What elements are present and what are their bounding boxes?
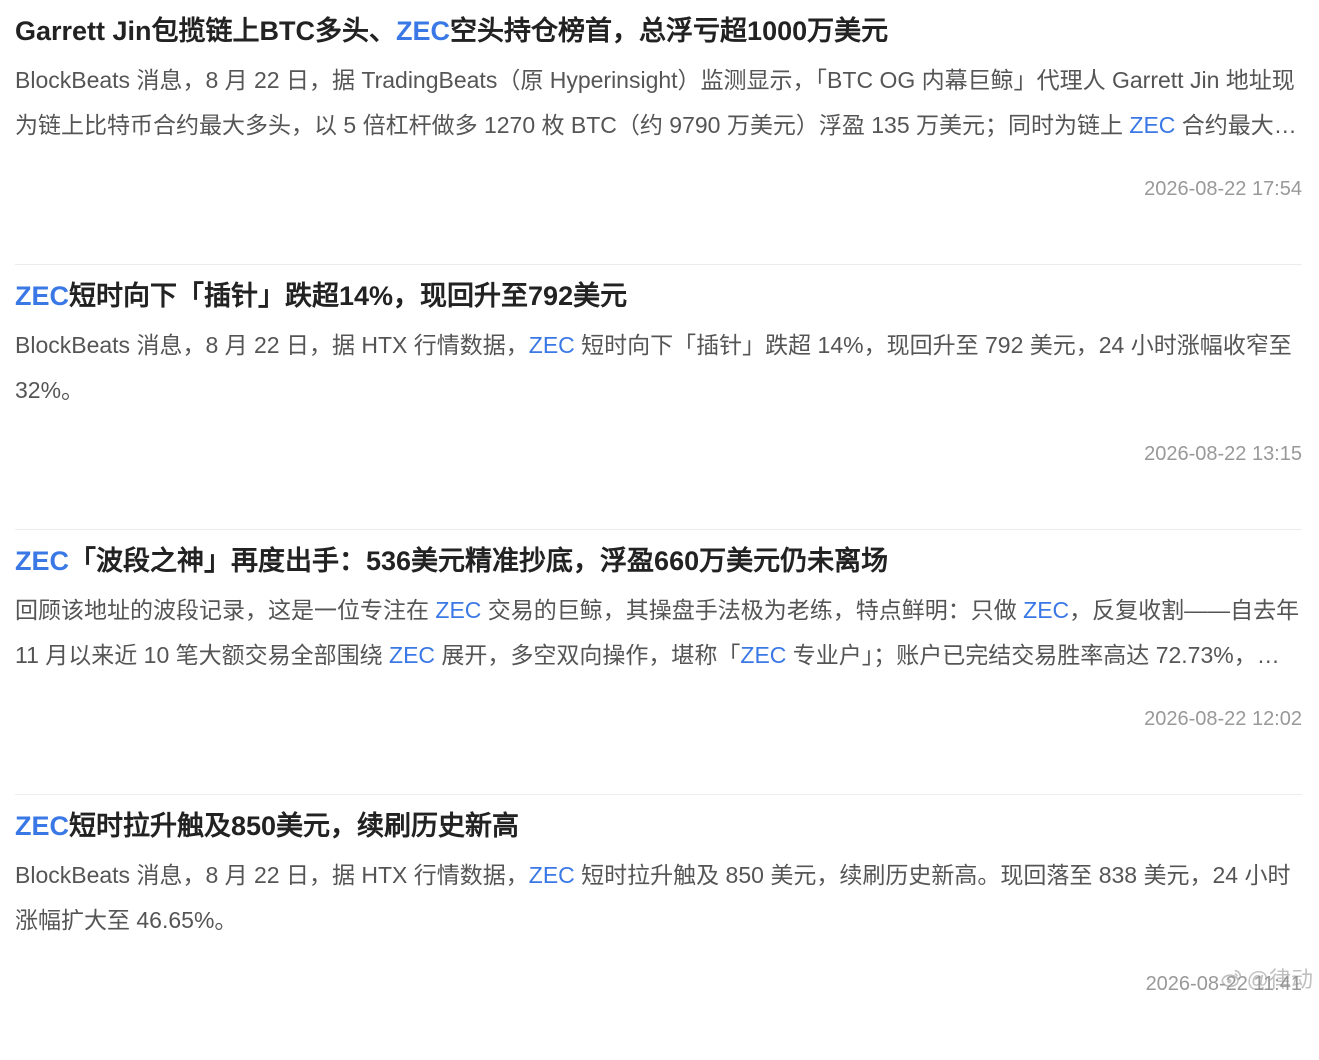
highlight-keyword: ZEC	[396, 16, 451, 46]
text-segment: 「波段之神」再度出手：536美元精准抄底，浮盈660万美元仍未离场	[69, 546, 889, 576]
text-segment: 短时向下「插针」跌超14%，现回升至792美元	[69, 281, 628, 311]
news-article[interactable]: ZEC短时向下「插针」跌超14%，现回升至792美元 BlockBeats 消息…	[15, 265, 1302, 530]
article-timestamp: 2026-08-22 12:02	[1144, 708, 1302, 730]
news-article[interactable]: ZEC「波段之神」再度出手：536美元精准抄底，浮盈660万美元仍未离场 回顾该…	[15, 530, 1302, 795]
article-summary: 回顾该地址的波段记录，这是一位专注在 ZEC 交易的巨鲸，其操盘手法极为老练，特…	[15, 588, 1302, 678]
highlight-keyword: ZEC	[740, 642, 787, 668]
highlight-keyword: ZEC	[1023, 597, 1070, 623]
text-segment: 短时拉升触及850美元，续刷历史新高	[69, 811, 520, 841]
watermark: @律动	[1221, 963, 1313, 993]
article-title[interactable]: ZEC短时向下「插针」跌超14%，现回升至792美元	[15, 277, 627, 315]
text-segment: Garrett Jin包揽链上BTC多头、	[15, 16, 397, 46]
text-segment: BlockBeats 消息，8 月 22 日，据 TradingBeats（原 …	[15, 67, 1295, 138]
text-segment: 回顾该地址的波段记录，这是一位专注在	[15, 597, 436, 623]
highlight-keyword: ZEC	[15, 281, 69, 311]
news-feed: Garrett Jin包揽链上BTC多头、ZEC空头持仓榜首，总浮亏超1000万…	[15, 0, 1302, 1060]
news-article[interactable]: Garrett Jin包揽链上BTC多头、ZEC空头持仓榜首，总浮亏超1000万…	[15, 0, 1302, 265]
text-segment: BlockBeats 消息，8 月 22 日，据 HTX 行情数据，	[15, 332, 529, 358]
highlight-keyword: ZEC	[15, 811, 69, 841]
article-summary: BlockBeats 消息，8 月 22 日，据 TradingBeats（原 …	[15, 58, 1302, 148]
article-title[interactable]: ZEC「波段之神」再度出手：536美元精准抄底，浮盈660万美元仍未离场	[15, 542, 888, 580]
highlight-keyword: ZEC	[389, 642, 436, 668]
highlight-keyword: ZEC	[15, 546, 69, 576]
text-segment: BlockBeats 消息，8 月 22 日，据 HTX 行情数据，	[15, 862, 529, 888]
article-timestamp: 2026-08-22 17:54	[1144, 178, 1302, 200]
highlight-keyword: ZEC	[528, 862, 575, 888]
watermark-text: @律动	[1246, 967, 1313, 992]
article-title[interactable]: ZEC短时拉升触及850美元，续刷历史新高	[15, 807, 519, 845]
text-segment: 展开，多空双向操作，堪称「	[435, 642, 741, 668]
weibo-logo-icon	[1221, 969, 1241, 988]
text-segment: 空头持仓榜首，总浮亏超1000万美元	[450, 16, 889, 46]
highlight-keyword: ZEC	[1129, 112, 1176, 138]
highlight-keyword: ZEC	[435, 597, 482, 623]
article-summary: BlockBeats 消息，8 月 22 日，据 HTX 行情数据，ZEC 短时…	[15, 323, 1302, 413]
article-timestamp: 2026-08-22 13:15	[1144, 443, 1302, 465]
highlight-keyword: ZEC	[528, 332, 575, 358]
news-article[interactable]: ZEC短时拉升触及850美元，续刷历史新高 BlockBeats 消息，8 月 …	[15, 795, 1302, 1060]
article-summary: BlockBeats 消息，8 月 22 日，据 HTX 行情数据，ZEC 短时…	[15, 853, 1302, 943]
article-title[interactable]: Garrett Jin包揽链上BTC多头、ZEC空头持仓榜首，总浮亏超1000万…	[15, 12, 888, 50]
text-segment: 交易的巨鲸，其操盘手法极为老练，特点鲜明：只做	[481, 597, 1024, 623]
